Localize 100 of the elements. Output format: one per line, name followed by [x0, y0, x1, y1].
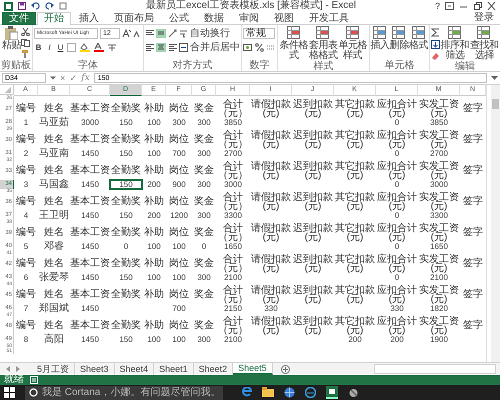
ribbon-button[interactable]: 插入 [370, 26, 390, 60]
ribbon-button[interactable]: 套用表格格式 [308, 26, 338, 61]
ribbon-display-icon[interactable] [445, 2, 454, 10]
ribbon-tab[interactable]: 页面布局 [107, 12, 161, 24]
table-cell-text: 330 [390, 304, 404, 313]
align-center-icon[interactable] [156, 43, 166, 52]
save-icon[interactable] [18, 2, 26, 10]
caret-icon[interactable] [50, 75, 56, 81]
wrap-text-button[interactable]: 自动换行 [179, 28, 230, 39]
previous-sheet-icon[interactable] [4, 365, 12, 373]
font-color-icon[interactable] [93, 43, 105, 52]
align-right-icon[interactable] [168, 43, 177, 52]
ribbon-tab[interactable]: 数据 [197, 12, 231, 24]
close-icon[interactable] [487, 2, 496, 10]
percent-icon[interactable] [255, 43, 264, 52]
brush-icon[interactable] [21, 50, 30, 58]
ribbon-button[interactable]: 单元格样式 [338, 26, 368, 61]
folder-icon[interactable] [262, 387, 274, 398]
table-cell: 应扣合计(元) [376, 287, 418, 304]
orientation-icon[interactable] [168, 29, 177, 38]
table-cell-text: 150 [118, 273, 134, 282]
excel-app-icon[interactable] [326, 386, 338, 399]
ribbon-button[interactable]: 删除 [390, 26, 409, 60]
cortana-search-field[interactable]: 我是 Cortana，小娜。有问题尽管问我。 [25, 386, 223, 400]
table-cell-text: 1450 [80, 211, 100, 220]
ribbon-button[interactable]: 查找和选择 [470, 26, 500, 61]
number-format-dropdown[interactable]: 常规 [243, 28, 275, 39]
table-cell: 迟到扣款(元) [292, 132, 334, 149]
tool-app-icon[interactable] [348, 387, 359, 398]
next-sheet-icon[interactable] [14, 365, 22, 373]
add-sheet-icon[interactable] [280, 364, 290, 374]
ribbon-button[interactable]: 格式 [408, 26, 428, 60]
ribbon-button[interactable]: 粘贴 [2, 26, 22, 60]
ribbon-tab[interactable]: 开发工具 [302, 12, 356, 24]
excel-logo-icon[interactable] [4, 2, 13, 10]
undo-icon[interactable] [31, 2, 40, 10]
format-toggle[interactable]: I [45, 43, 54, 52]
table-cell-text: 姓名 [43, 257, 65, 272]
ribbon-tab[interactable]: 视图 [267, 12, 301, 24]
globe-icon[interactable] [284, 387, 295, 398]
table-cell-text: 100 [146, 149, 162, 158]
table-cell-text: 补助 [143, 102, 165, 116]
ribbon-button[interactable]: 条件格式 [279, 26, 308, 61]
sign-in-link[interactable]: 登录 [474, 12, 500, 24]
phonetic-icon[interactable] [107, 43, 117, 52]
table-cell-text: 100 [146, 242, 162, 251]
table-cell: 应扣合计(元) [376, 101, 418, 118]
help-button[interactable]: ? [434, 1, 440, 11]
table-cell-text: 330 [264, 304, 278, 313]
group-label: 单元格 [383, 60, 416, 71]
browser-icon[interactable] [241, 387, 252, 398]
ribbon-tab[interactable]: 文件 [2, 12, 36, 24]
fill-down-icon[interactable] [431, 40, 440, 49]
border-icon[interactable] [67, 43, 77, 52]
table-cell-text: 700 [171, 149, 187, 158]
ribbon-tab[interactable]: 审阅 [232, 12, 266, 24]
ribbon-tab[interactable]: 公式 [162, 12, 196, 24]
table-cell-text: 合计（元） [217, 287, 249, 304]
table-cell-text: 200 [146, 180, 162, 189]
ribbon-tab[interactable]: 开始 [37, 12, 71, 24]
align-middle-icon[interactable] [156, 29, 166, 38]
table-cell-text: 岗位 [168, 102, 190, 116]
cut-icon[interactable] [21, 28, 30, 36]
windows-icon[interactable] [4, 387, 15, 398]
enter-button[interactable]: ✓ [69, 73, 78, 83]
redo-icon[interactable] [45, 2, 54, 10]
sum-icon[interactable] [431, 28, 440, 37]
currency-icon[interactable] [243, 43, 253, 52]
table-cell-text: 1 [22, 118, 30, 127]
format-toggle[interactable]: B [34, 43, 43, 52]
customize-icon[interactable] [59, 2, 67, 10]
table-cell-text: 2150 [223, 304, 243, 313]
table-cell-text: 基本工资 [70, 256, 110, 272]
group-label: 剪贴板 [1, 60, 31, 71]
ribbon-tab[interactable]: 插入 [72, 12, 106, 24]
format-toggle[interactable]: U [56, 43, 65, 52]
merge-center-button[interactable]: 合并后居中 [179, 42, 240, 53]
table-cell: 应扣合计(元) [376, 194, 418, 211]
table-cell-text: 合计（元） [217, 101, 249, 118]
align-top-icon[interactable] [145, 29, 154, 38]
copy-icon[interactable] [21, 39, 30, 47]
grow-font-icon[interactable] [122, 29, 131, 38]
table-cell-text: 300 [171, 118, 187, 127]
scrollbar-thumb[interactable] [492, 99, 499, 109]
shrink-font-icon[interactable] [133, 29, 142, 38]
table-cell: 其它扣款(元) [334, 194, 376, 211]
table-cell-text: 300 [196, 149, 212, 158]
merge-icon [179, 43, 188, 52]
eraser-icon[interactable] [431, 52, 440, 61]
group-label: 数字 [248, 60, 270, 71]
fill-color-icon[interactable] [79, 43, 91, 52]
macro-icon[interactable] [30, 376, 38, 384]
align-left-icon[interactable] [145, 43, 154, 52]
insert-function-button[interactable]: fx [81, 73, 90, 83]
table-cell-text: 2100 [429, 273, 449, 282]
ribbon-button[interactable]: 排序和筛选 [440, 26, 470, 61]
restore-icon[interactable] [473, 2, 482, 10]
cancel-button[interactable]: × [60, 73, 66, 83]
expand-icon[interactable] [491, 75, 498, 81]
sheet-tab[interactable]: Sheet5 [233, 363, 273, 375]
